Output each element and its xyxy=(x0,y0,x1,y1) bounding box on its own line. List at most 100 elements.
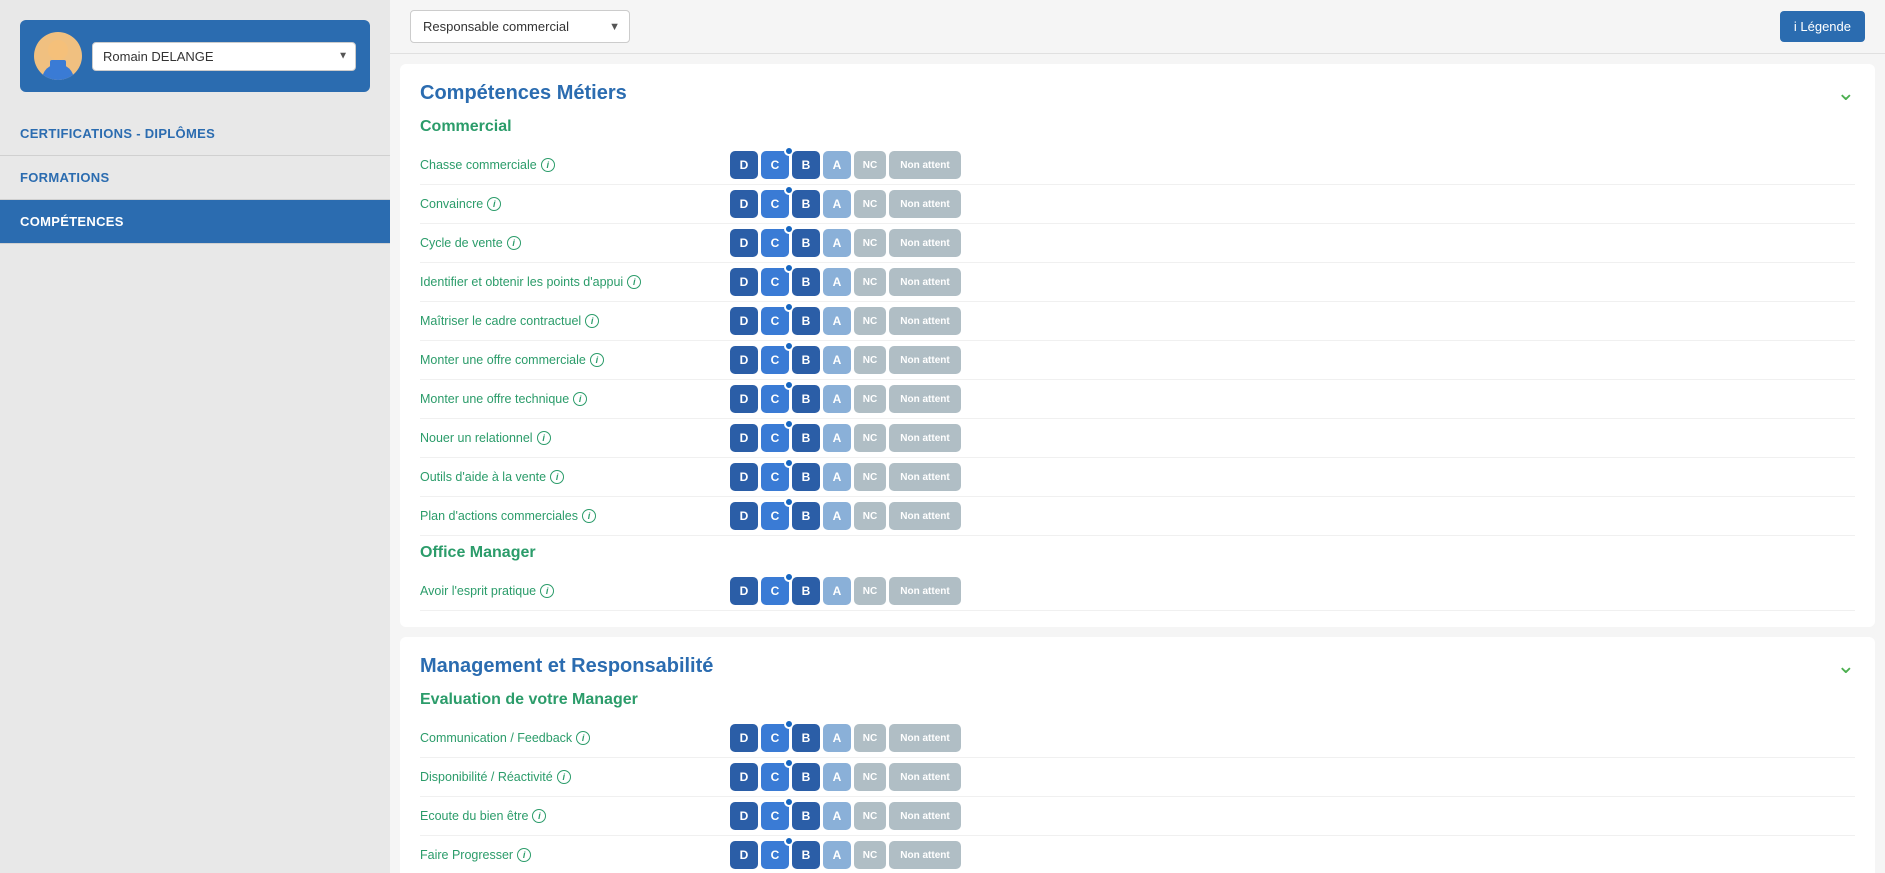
info-icon-ecoute[interactable]: i xyxy=(532,809,546,823)
badge-a[interactable]: A xyxy=(823,763,851,791)
badge-a[interactable]: A xyxy=(823,502,851,530)
badge-b[interactable]: B xyxy=(792,502,820,530)
badge-b[interactable]: B xyxy=(792,802,820,830)
badge-a[interactable]: A xyxy=(823,190,851,218)
filter-dropdown-wrapper[interactable]: Responsable commercial ▼ xyxy=(410,10,630,43)
user-select-wrapper[interactable]: Romain DELANGE ▼ xyxy=(92,42,356,71)
badge-d[interactable]: D xyxy=(730,268,758,296)
badge-nc[interactable]: NC xyxy=(854,190,886,218)
sidebar-item-certifications[interactable]: CERTIFICATIONS - DIPLÔMES xyxy=(0,112,390,156)
info-icon-monter-offre-comm[interactable]: i xyxy=(590,353,604,367)
badge-nc[interactable]: NC xyxy=(854,763,886,791)
badge-c[interactable]: C xyxy=(761,190,789,218)
badge-a[interactable]: A xyxy=(823,151,851,179)
badge-nc[interactable]: NC xyxy=(854,841,886,869)
info-icon-identifier[interactable]: i xyxy=(627,275,641,289)
badge-d[interactable]: D xyxy=(730,190,758,218)
info-icon-maitriser[interactable]: i xyxy=(585,314,599,328)
badge-nc[interactable]: NC xyxy=(854,151,886,179)
info-icon-plan[interactable]: i xyxy=(582,509,596,523)
badge-d[interactable]: D xyxy=(730,502,758,530)
badge-non-attent[interactable]: Non attent xyxy=(889,346,961,374)
badge-c[interactable]: C xyxy=(761,385,789,413)
badge-c[interactable]: C xyxy=(761,268,789,296)
badge-d[interactable]: D xyxy=(730,577,758,605)
badge-b[interactable]: B xyxy=(792,268,820,296)
badge-non-attent[interactable]: Non attent xyxy=(889,502,961,530)
badge-a[interactable]: A xyxy=(823,841,851,869)
badge-nc[interactable]: NC xyxy=(854,346,886,374)
badge-b[interactable]: B xyxy=(792,424,820,452)
info-icon-monter-offre-tech[interactable]: i xyxy=(573,392,587,406)
badge-nc[interactable]: NC xyxy=(854,268,886,296)
badge-c[interactable]: C xyxy=(761,724,789,752)
badge-a[interactable]: A xyxy=(823,385,851,413)
badge-b[interactable]: B xyxy=(792,346,820,374)
badge-c[interactable]: C xyxy=(761,841,789,869)
badge-a[interactable]: A xyxy=(823,346,851,374)
info-icon-chasse[interactable]: i xyxy=(541,158,555,172)
badge-c[interactable]: C xyxy=(761,577,789,605)
filter-select[interactable]: Responsable commercial xyxy=(410,10,630,43)
badge-non-attent[interactable]: Non attent xyxy=(889,463,961,491)
legende-button[interactable]: i Légende xyxy=(1780,11,1865,42)
badge-c[interactable]: C xyxy=(761,424,789,452)
badge-a[interactable]: A xyxy=(823,229,851,257)
badge-d[interactable]: D xyxy=(730,802,758,830)
badge-b[interactable]: B xyxy=(792,385,820,413)
badge-d[interactable]: D xyxy=(730,346,758,374)
sidebar-item-formations[interactable]: FORMATIONS xyxy=(0,156,390,200)
badge-b[interactable]: B xyxy=(792,151,820,179)
badge-nc[interactable]: NC xyxy=(854,577,886,605)
badge-non-attent[interactable]: Non attent xyxy=(889,190,961,218)
badge-non-attent[interactable]: Non attent xyxy=(889,577,961,605)
badge-a[interactable]: A xyxy=(823,268,851,296)
badge-b[interactable]: B xyxy=(792,763,820,791)
badge-non-attent[interactable]: Non attent xyxy=(889,841,961,869)
badge-nc[interactable]: NC xyxy=(854,502,886,530)
badge-nc[interactable]: NC xyxy=(854,229,886,257)
badge-c[interactable]: C xyxy=(761,763,789,791)
chevron-down-icon-management[interactable]: ⌄ xyxy=(1837,653,1855,679)
badge-nc[interactable]: NC xyxy=(854,307,886,335)
badge-c[interactable]: C xyxy=(761,802,789,830)
badge-b[interactable]: B xyxy=(792,190,820,218)
badge-d[interactable]: D xyxy=(730,385,758,413)
info-icon-outils[interactable]: i xyxy=(550,470,564,484)
badge-b[interactable]: B xyxy=(792,841,820,869)
badge-non-attent[interactable]: Non attent xyxy=(889,229,961,257)
badge-a[interactable]: A xyxy=(823,463,851,491)
badge-d[interactable]: D xyxy=(730,763,758,791)
badge-c[interactable]: C xyxy=(761,463,789,491)
info-icon-nouer[interactable]: i xyxy=(537,431,551,445)
badge-c[interactable]: C xyxy=(761,151,789,179)
badge-d[interactable]: D xyxy=(730,229,758,257)
sidebar-item-competences[interactable]: COMPÉTENCES xyxy=(0,200,390,244)
badge-nc[interactable]: NC xyxy=(854,724,886,752)
badge-nc[interactable]: NC xyxy=(854,385,886,413)
badge-d[interactable]: D xyxy=(730,841,758,869)
badge-b[interactable]: B xyxy=(792,307,820,335)
badge-c[interactable]: C xyxy=(761,346,789,374)
badge-d[interactable]: D xyxy=(730,724,758,752)
badge-non-attent[interactable]: Non attent xyxy=(889,802,961,830)
badge-non-attent[interactable]: Non attent xyxy=(889,385,961,413)
info-icon-communication[interactable]: i xyxy=(576,731,590,745)
info-icon-disponibilite[interactable]: i xyxy=(557,770,571,784)
badge-b[interactable]: B xyxy=(792,724,820,752)
badge-b[interactable]: B xyxy=(792,463,820,491)
badge-non-attent[interactable]: Non attent xyxy=(889,724,961,752)
info-icon-faire-progresser[interactable]: i xyxy=(517,848,531,862)
badge-non-attent[interactable]: Non attent xyxy=(889,151,961,179)
user-select[interactable]: Romain DELANGE xyxy=(92,42,356,71)
badge-non-attent[interactable]: Non attent xyxy=(889,307,961,335)
badge-a[interactable]: A xyxy=(823,802,851,830)
info-icon-cycle-vente[interactable]: i xyxy=(507,236,521,250)
badge-c[interactable]: C xyxy=(761,229,789,257)
badge-a[interactable]: A xyxy=(823,577,851,605)
badge-b[interactable]: B xyxy=(792,229,820,257)
badge-a[interactable]: A xyxy=(823,307,851,335)
badge-c[interactable]: C xyxy=(761,502,789,530)
badge-non-attent[interactable]: Non attent xyxy=(889,763,961,791)
badge-b[interactable]: B xyxy=(792,577,820,605)
